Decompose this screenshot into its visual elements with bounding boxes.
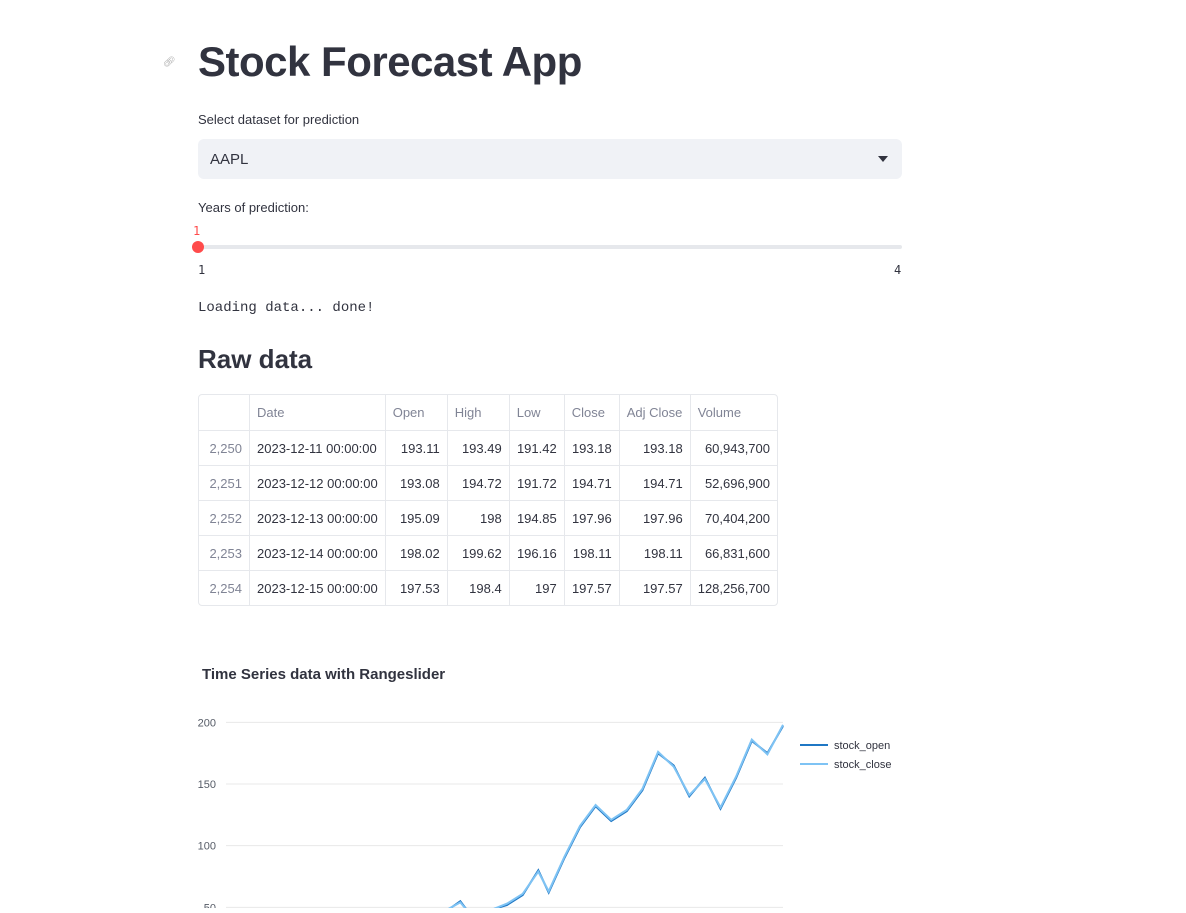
years-slider-max: 4 (894, 263, 902, 277)
column-header-adj-close[interactable]: Adj Close (619, 395, 691, 431)
row-index[interactable]: 2,252 (199, 500, 250, 536)
cell-date[interactable]: 2023-12-13 00:00:00 (249, 500, 386, 536)
cell-close[interactable]: 193.18 (564, 430, 620, 466)
dataset-select[interactable]: AAPL (198, 139, 902, 179)
cell-adj-close[interactable]: 198.11 (619, 535, 691, 571)
years-slider-label: Years of prediction: (198, 200, 309, 215)
cell-adj-close[interactable]: 197.96 (619, 500, 691, 536)
cell-high[interactable]: 193.49 (447, 430, 510, 466)
column-header-low[interactable]: Low (509, 395, 565, 431)
raw-data-table[interactable]: Date Open High Low Close Adj Close Volum… (198, 394, 779, 606)
table-row: 2,251 2023-12-12 00:00:00 193.08 194.72 … (199, 465, 778, 501)
chart-y-ticks: 50 100 150 200 (198, 717, 216, 913)
time-series-chart-svg[interactable]: Time Series data with Rangeslider 50 100 1… (190, 650, 910, 913)
cell-close[interactable]: 198.11 (564, 535, 620, 571)
table-row: 2,254 2023-12-15 00:00:00 197.53 198.4 1… (199, 570, 777, 606)
chart-title: Time Series data with Rangeslider (202, 666, 445, 683)
years-slider-thumb[interactable] (192, 241, 204, 253)
chart-series-lines[interactable] (226, 724, 784, 913)
cell-date[interactable]: 2023-12-11 00:00:00 (249, 430, 386, 466)
raw-data-heading: Raw data (198, 344, 313, 374)
cell-close[interactable]: 194.71 (564, 465, 620, 501)
y-tick-label: 100 (198, 841, 216, 853)
series-line-stock-open[interactable] (226, 725, 784, 913)
page-title: Stock Forecast App (198, 38, 582, 85)
cell-low[interactable]: 191.72 (509, 465, 565, 501)
table-row: 2,252 2023-12-13 00:00:00 195.09 198 194… (199, 500, 778, 536)
cell-close[interactable]: 197.57 (564, 570, 620, 605)
years-slider-value: 1 (193, 224, 201, 238)
legend-label-stock-close[interactable]: stock_close (834, 759, 891, 771)
series-line-stock-close[interactable] (226, 724, 784, 913)
cell-low[interactable]: 196.16 (509, 535, 565, 571)
cell-open[interactable]: 195.09 (385, 500, 448, 536)
time-series-chart[interactable]: Time Series data with Rangeslider 50 100 1… (190, 650, 910, 913)
cell-date[interactable]: 2023-12-14 00:00:00 (249, 535, 386, 571)
cell-high[interactable]: 194.72 (447, 465, 510, 501)
row-index[interactable]: 2,251 (199, 465, 250, 501)
cell-open[interactable]: 198.02 (385, 535, 448, 571)
chart-gridlines (226, 721, 783, 908)
cell-adj-close[interactable]: 197.57 (619, 570, 691, 605)
cell-high[interactable]: 198.4 (447, 570, 510, 605)
cell-low[interactable]: 191.42 (509, 430, 565, 466)
cell-open[interactable]: 193.08 (385, 465, 448, 501)
years-slider-track[interactable] (198, 245, 902, 249)
cell-close[interactable]: 197.96 (564, 500, 620, 536)
cell-date[interactable]: 2023-12-15 00:00:00 (249, 570, 386, 605)
chevron-down-icon[interactable] (878, 156, 888, 162)
row-index[interactable]: 2,250 (199, 430, 250, 466)
dataset-select-value: AAPL (210, 150, 249, 168)
link-icon[interactable]: 🔗︎ (163, 57, 176, 69)
y-tick-label: 150 (198, 779, 216, 791)
legend-label-stock-open[interactable]: stock_open (834, 740, 890, 752)
column-header-open[interactable]: Open (385, 395, 448, 431)
cell-volume[interactable]: 70,404,200 (690, 500, 778, 536)
cell-low[interactable]: 194.85 (509, 500, 565, 536)
column-header-close[interactable]: Close (564, 395, 620, 431)
cell-volume[interactable]: 128,256,700 (690, 571, 777, 606)
cell-high[interactable]: 198 (447, 500, 510, 536)
cell-date[interactable]: 2023-12-12 00:00:00 (249, 465, 386, 501)
chart-legend[interactable]: stock_open stock_close (800, 740, 891, 771)
y-tick-label: 200 (198, 717, 216, 729)
row-index[interactable]: 2,254 (199, 570, 250, 605)
column-header-date[interactable]: Date (249, 395, 386, 431)
table-row: 2,253 2023-12-14 00:00:00 198.02 199.62 … (199, 535, 778, 571)
cell-volume[interactable]: 60,943,700 (690, 430, 778, 466)
loading-status: Loading data... done! (198, 300, 375, 316)
column-header-index[interactable] (199, 395, 250, 431)
cell-volume[interactable]: 66,831,600 (690, 535, 778, 571)
cell-low[interactable]: 197 (509, 570, 565, 605)
table-row: 2,250 2023-12-11 00:00:00 193.11 193.49 … (199, 430, 778, 466)
row-index[interactable]: 2,253 (199, 535, 250, 571)
cell-open[interactable]: 193.11 (385, 430, 448, 466)
cell-high[interactable]: 199.62 (447, 535, 510, 571)
years-slider-min: 1 (198, 263, 206, 277)
cell-open[interactable]: 197.53 (385, 570, 448, 605)
cell-volume[interactable]: 52,696,900 (690, 465, 778, 501)
column-header-volume[interactable]: Volume (690, 395, 778, 431)
y-tick-label: 50 (204, 902, 216, 908)
table-header-row: Date Open High Low Close Adj Close Volum… (199, 395, 778, 431)
dataset-select-label: Select dataset for prediction (198, 112, 360, 127)
column-header-high[interactable]: High (447, 395, 510, 431)
cell-adj-close[interactable]: 194.71 (619, 465, 691, 501)
cell-adj-close[interactable]: 193.18 (619, 430, 691, 466)
